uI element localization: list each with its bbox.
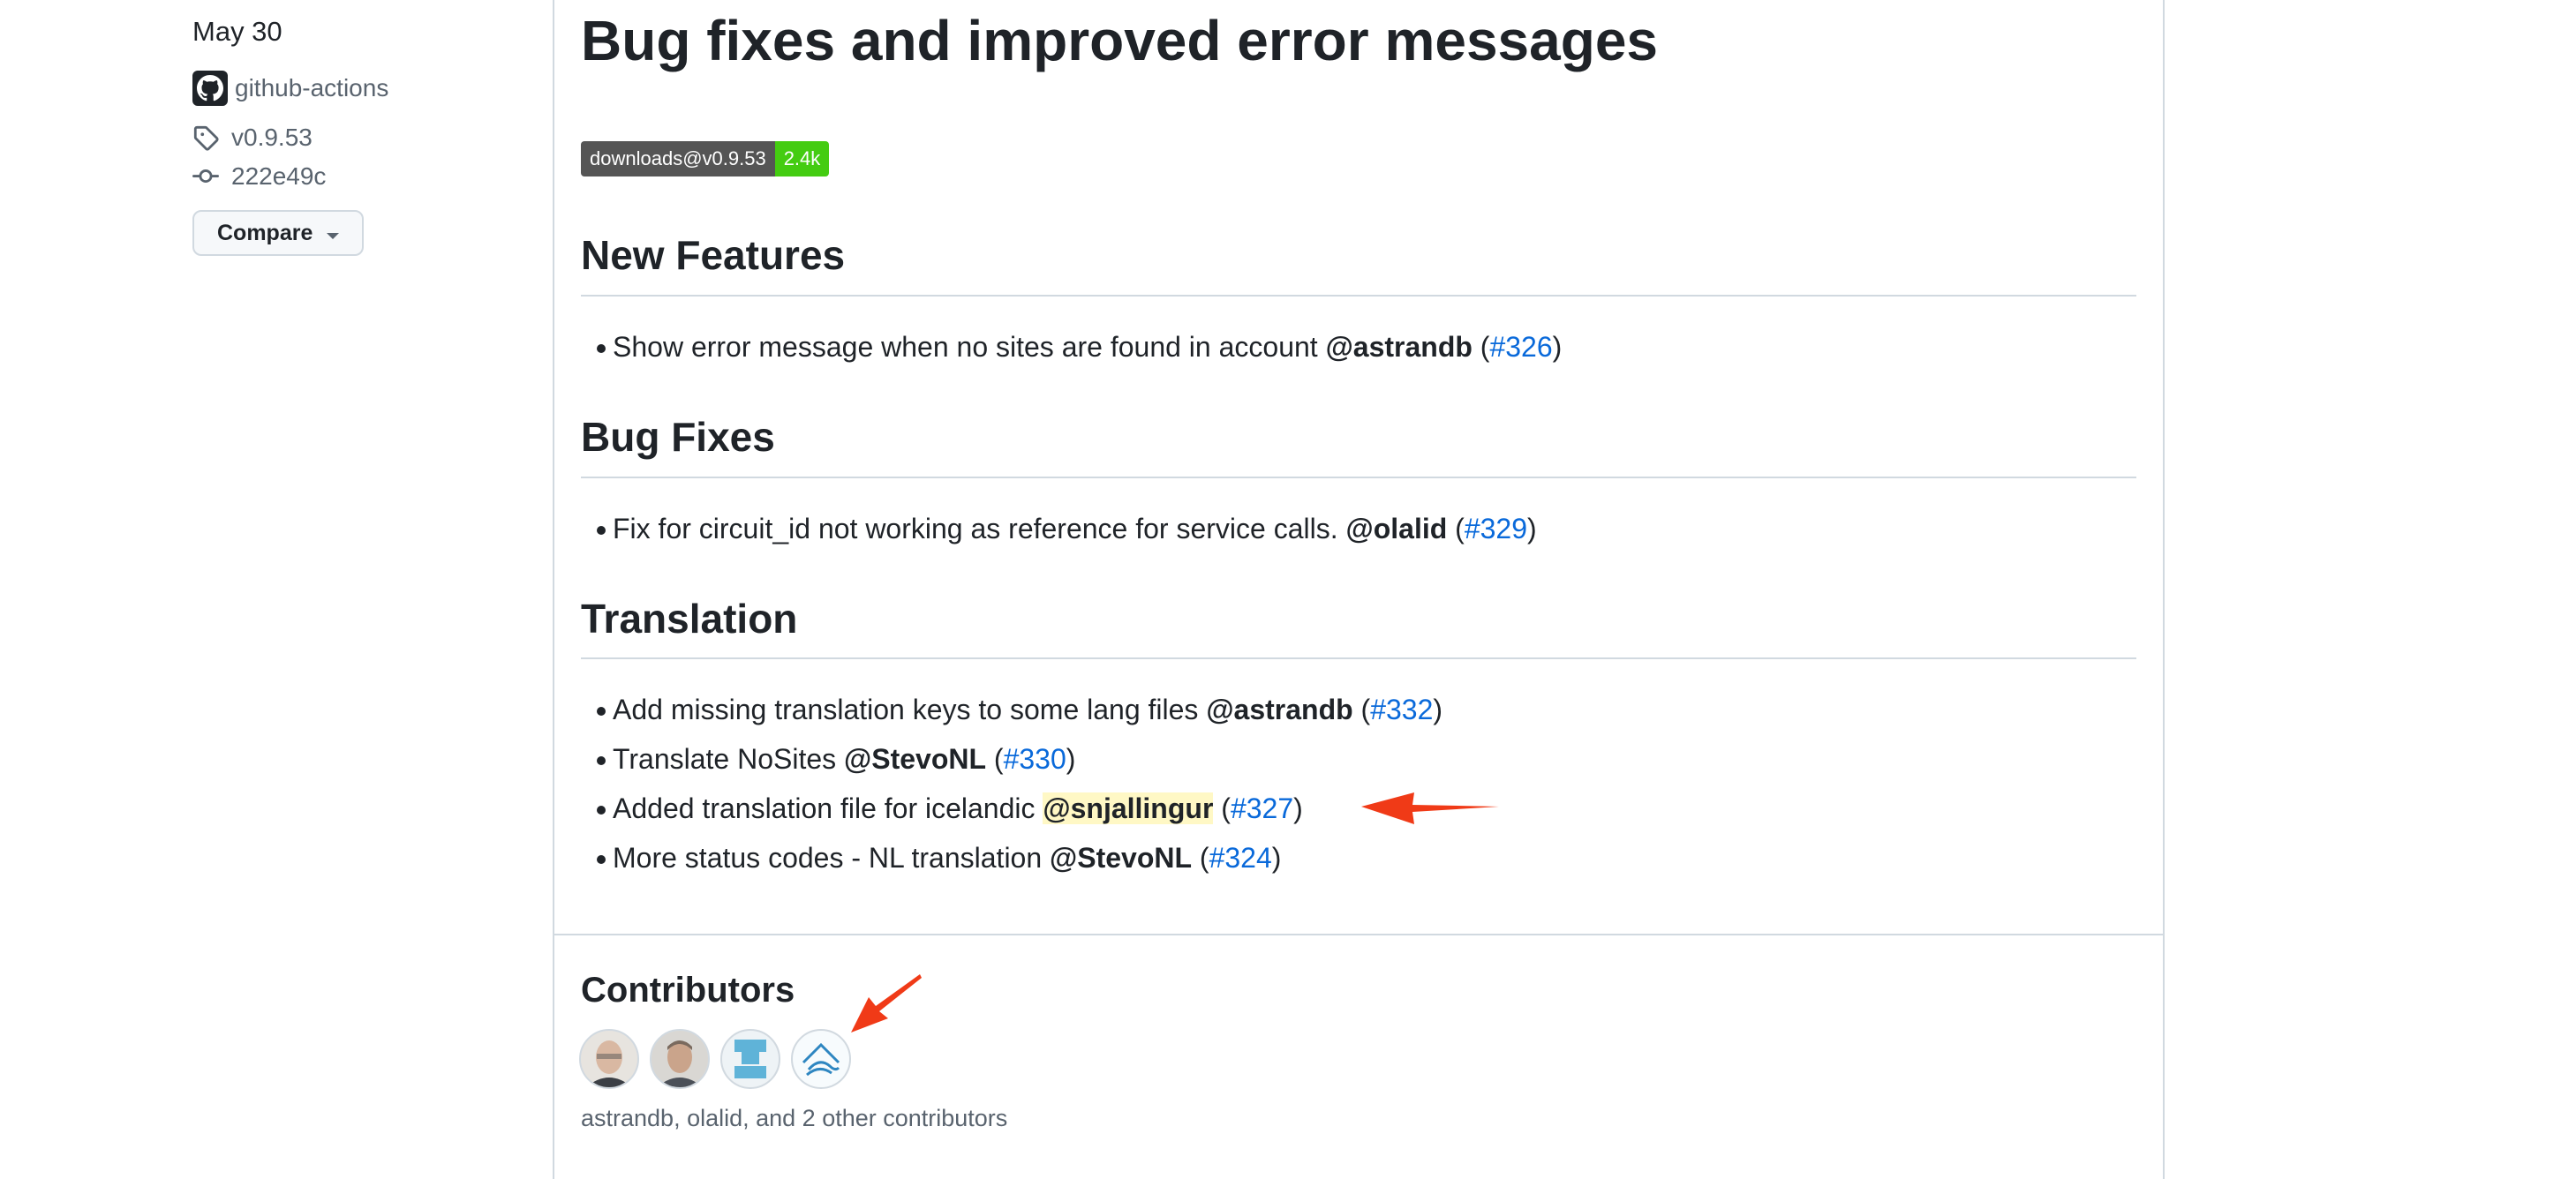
section-heading-translation: Translation	[581, 596, 798, 642]
user-mention[interactable]: @olalid	[1346, 513, 1448, 544]
list-item: Add missing translation keys to some lan…	[596, 694, 1443, 725]
github-actions-avatar-icon	[192, 71, 228, 106]
chevron-down-icon	[327, 233, 339, 239]
item-text: Show error message when no sites are fou…	[613, 331, 1318, 363]
list-item: Show error message when no sites are fou…	[596, 331, 1563, 363]
release-author[interactable]: github-actions	[192, 71, 388, 106]
release-date: May 30	[192, 16, 282, 47]
annotation-arrow-icon	[1361, 792, 1499, 824]
release-commit[interactable]: 222e49c	[192, 162, 326, 191]
commit-sha: 222e49c	[231, 162, 327, 190]
user-mention[interactable]: @StevoNL	[844, 743, 986, 775]
user-mention[interactable]: @astrandb	[1326, 331, 1473, 363]
avatar-stevonl[interactable]	[720, 1029, 780, 1089]
pr-link[interactable]: #329	[1465, 513, 1527, 544]
item-text: Added translation file for icelandic	[613, 792, 1036, 824]
contributors-summary: astrandb, olalid, and 2 other contributo…	[581, 1105, 1008, 1131]
pr-link[interactable]: #330	[1004, 743, 1066, 775]
card-divider	[553, 934, 2165, 935]
user-mention[interactable]: @StevoNL	[1050, 842, 1192, 874]
avatar-astrandb[interactable]	[579, 1029, 639, 1089]
pr-link[interactable]: #327	[1231, 792, 1293, 824]
item-text: More status codes - NL translation	[613, 842, 1043, 874]
list-item: More status codes - NL translation @Stev…	[596, 842, 1282, 874]
avatar-snjallingur[interactable]	[791, 1029, 851, 1089]
badge-label: downloads@v0.9.53	[581, 141, 775, 176]
list-item: Fix for circuit_id not working as refere…	[597, 513, 1537, 544]
tag-icon	[192, 124, 219, 151]
avatar-olalid[interactable]	[650, 1029, 710, 1089]
author-name: github-actions	[235, 74, 389, 101]
list-item: Added translation file for icelandic @sn…	[597, 792, 1303, 824]
item-text: Add missing translation keys to some lan…	[613, 694, 1199, 725]
section-rule	[581, 295, 2136, 297]
compare-label: Compare	[217, 220, 313, 245]
section-heading-new-features: New Features	[581, 232, 846, 278]
annotation-arrow-icon	[851, 974, 922, 1033]
section-rule	[581, 477, 2136, 478]
tag-name: v0.9.53	[231, 124, 313, 151]
item-text: Translate NoSites	[613, 743, 837, 775]
pr-link[interactable]: #326	[1489, 331, 1552, 363]
item-text: Fix for circuit_id not working as refere…	[613, 513, 1338, 544]
badge-value: 2.4k	[774, 141, 830, 176]
contributors-heading: Contributors	[581, 971, 795, 1010]
pr-link[interactable]: #332	[1370, 694, 1433, 725]
section-heading-bug-fixes: Bug Fixes	[581, 414, 775, 460]
compare-button[interactable]: Compare	[192, 210, 364, 256]
pr-link[interactable]: #324	[1209, 842, 1272, 874]
contributor-avatars	[579, 1029, 851, 1089]
list-item: Translate NoSites @StevoNL (#330)	[596, 743, 1076, 775]
user-mention-highlighted[interactable]: @snjallingur	[1043, 792, 1214, 824]
downloads-badge[interactable]: downloads@v0.9.53 2.4k	[581, 141, 830, 176]
release-title: Bug fixes and improved error messages	[581, 9, 1658, 72]
section-rule	[581, 657, 2136, 659]
user-mention[interactable]: @astrandb	[1206, 694, 1352, 725]
release-tag[interactable]: v0.9.53	[192, 124, 313, 152]
commit-icon	[192, 163, 219, 190]
